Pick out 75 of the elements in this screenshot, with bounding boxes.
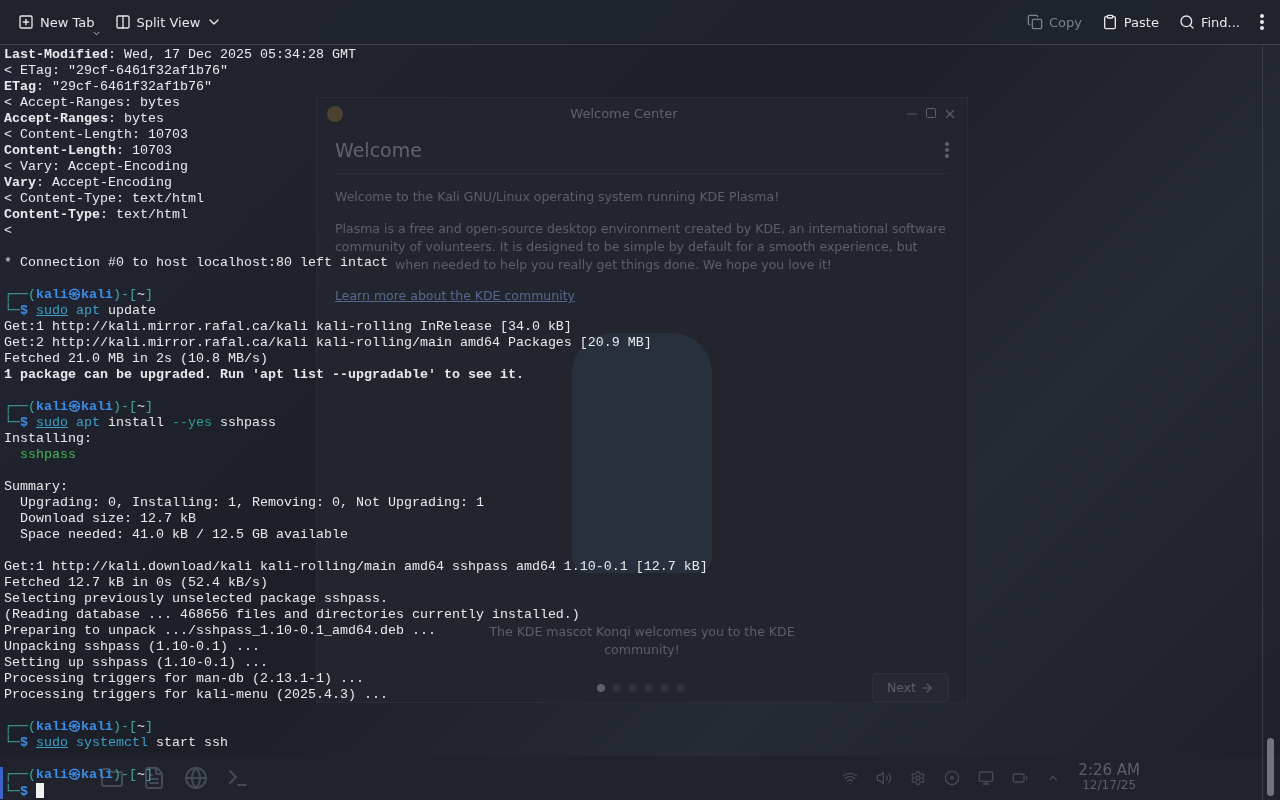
terminal-line: 1 package can be upgraded. Run 'apt list --upgradable' to see it. — [3, 367, 524, 383]
terminal-line: Last-Modified: Wed, 17 Dec 2025 05:34:28 GMT — [3, 47, 356, 63]
terminal-line: Processing triggers for man-db (2.13.1-1) ... — [3, 671, 364, 687]
command-line: └─$ sudo apt update — [3, 303, 156, 319]
volume-icon[interactable] — [876, 770, 893, 786]
terminal-line: < ETag: "29cf-6461f32af1b76" — [3, 63, 228, 79]
terminal-line: Fetched 21.0 MB in 2s (10.8 MB/s) — [3, 351, 268, 367]
terminal-line: < — [3, 223, 12, 239]
terminal-line: (Reading database ... 468656 files and directories currently installed.) — [3, 607, 580, 623]
toolbar-button[interactable]: Paste — [1093, 6, 1167, 38]
terminal-line: Get:2 http://kali.mirror.rafal.ca/kali kali-rolling/main amd64 Packages [20.9 MB] — [3, 335, 652, 351]
terminal-line: Selecting previously unselected package sshpass. — [3, 591, 388, 607]
terminal-line: Content-Type: text/html — [3, 207, 188, 223]
app-icon — [327, 105, 343, 122]
toolbar-button[interactable]: New Tab — [10, 6, 103, 38]
terminal-line: Download size: 12.7 kB — [19, 511, 196, 527]
terminal-line: Vary: Accept-Encoding — [3, 175, 172, 191]
terminal-line: Accept-Ranges: bytes — [3, 111, 164, 127]
terminal-line: Preparing to unpack .../sshpass_1.10-0.1_amd64.deb ... — [3, 623, 436, 639]
shell-prompt: ┌──(kali㉿kali)-[~] — [3, 287, 153, 303]
search-icon — [1178, 14, 1195, 30]
body-text-line: Plasma is a free and open-source desktop environment created by KDE, an international software — [335, 220, 946, 238]
mascot-caption: The KDE mascot Konqi welcomes you to the KDE community! — [488, 623, 796, 659]
command-line: └─$ — [0, 783, 44, 799]
intro-text: Welcome to the Kali GNU/Linux operating system running KDE Plasma! — [335, 188, 781, 206]
clipboard-icon — [1101, 14, 1118, 30]
shell-prompt: ┌──(kali㉿kali)-[~] — [3, 719, 153, 735]
window-title: Welcome Center — [569, 106, 679, 121]
terminal-line: * Connection #0 to host localhost:80 left intact — [3, 255, 388, 271]
body-text-line: when needed to help you really get things done. We hope you love it! — [395, 256, 832, 274]
menu-icon — [1260, 14, 1264, 30]
terminal-line: < Content-Length: 10703 — [3, 127, 188, 143]
clock-time[interactable]: 2:26 AM — [1078, 763, 1140, 778]
terminal-line: Content-Length: 10703 — [3, 143, 172, 159]
terminal-line: Processing triggers for kali-menu (2025.4.3) ... — [3, 687, 388, 703]
terminal-line: Setting up sshpass (1.10-0.1) ... — [3, 655, 268, 671]
maximize-icon[interactable] — [925, 106, 937, 119]
toolbar-button[interactable]: Split View — [106, 6, 231, 38]
community-link[interactable]: Learn more about the KDE community — [335, 288, 575, 303]
monitor-icon[interactable] — [978, 770, 995, 786]
toolbar-button[interactable]: Find... — [1170, 6, 1248, 38]
page-dot[interactable] — [597, 683, 605, 692]
clock-date[interactable]: 12/17/25 — [1082, 778, 1137, 793]
split-view-icon — [114, 14, 131, 30]
command-line: └─$ sudo systemctl start ssh — [3, 735, 228, 751]
caret-icon — [91, 29, 101, 38]
settings-icon[interactable] — [910, 770, 927, 786]
terminal-line: Installing: — [3, 431, 92, 447]
menu-icon[interactable] — [945, 142, 949, 158]
body-text-line: community of volunteers. It is designed to be simple by default for a smooth experience, but — [335, 238, 918, 256]
battery-icon[interactable] — [1012, 770, 1029, 786]
document-icon[interactable] — [142, 766, 166, 790]
terminal-line: Space needed: 41.0 kB / 12.5 GB available — [19, 527, 348, 543]
plus-square-icon — [18, 14, 34, 30]
disc-icon[interactable] — [944, 770, 961, 786]
shell-prompt: ┌──(kali㉿kali)-[~] — [3, 399, 153, 415]
copy-icon — [1026, 14, 1043, 30]
terminal-line: Fetched 12.7 kB in 0s (52.4 kB/s) — [3, 575, 268, 591]
page-heading: Welcome — [335, 139, 422, 161]
terminal-line: < Accept-Ranges: bytes — [3, 95, 180, 111]
wifi-icon[interactable] — [842, 770, 859, 786]
terminal-line: Summary: — [3, 479, 68, 495]
globe-icon[interactable] — [184, 766, 208, 790]
command-line: └─$ sudo apt install --yes sshpass — [3, 415, 276, 431]
terminal-line: Upgrading: 0, Installing: 1, Removing: 0, Not Upgrading: 1 — [19, 495, 484, 511]
scrollbar-thumb[interactable] — [1267, 738, 1274, 796]
terminal-line: < Content-Type: text/html — [3, 191, 204, 207]
next-button[interactable]: Next — [871, 673, 949, 702]
terminal-line: sshpass — [19, 447, 76, 463]
arrow-icon — [920, 680, 934, 695]
terminal-line: ETag: "29cf-6461f32af1b76" — [3, 79, 212, 95]
terminal-line: Get:1 http://kali.mirror.rafal.ca/kali kali-rolling InRelease [34.0 kB] — [3, 319, 572, 335]
terminal-line: Get:1 http://kali.download/kali kali-rolling/main amd64 sshpass amd64 1.10-0.1 [12.7 kB] — [3, 559, 708, 575]
terminal-line: Unpacking sshpass (1.10-0.1) ... — [3, 639, 260, 655]
terminal-line: < Vary: Accept-Encoding — [3, 159, 188, 175]
